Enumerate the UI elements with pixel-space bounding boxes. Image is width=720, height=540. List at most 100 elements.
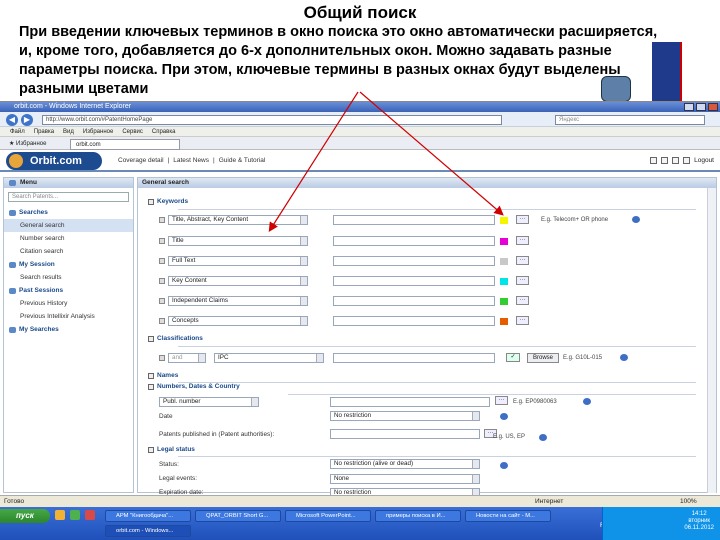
keyword-input-3[interactable]	[333, 256, 495, 266]
sidebar-item-previous-history[interactable]: Previous History	[4, 297, 133, 310]
task-arm[interactable]: АРМ "Книгообдача"...	[105, 510, 191, 522]
sidebar-item-search-results[interactable]: Search results	[4, 271, 133, 284]
link-guide[interactable]: Guide & Tutorial	[219, 157, 266, 164]
check-icon[interactable]: ✓	[506, 353, 520, 362]
logout-link[interactable]: Logout	[694, 157, 714, 164]
more-button[interactable]: ···	[516, 215, 529, 224]
drag-handle-icon[interactable]	[159, 258, 165, 264]
drag-handle-icon[interactable]	[159, 217, 165, 223]
classification-type-select[interactable]: IPC	[214, 353, 324, 363]
help-icon[interactable]	[500, 462, 508, 469]
task-news[interactable]: Новости на сайт - М...	[465, 510, 551, 522]
classification-input[interactable]	[333, 353, 495, 363]
maximize-button[interactable]	[696, 103, 706, 111]
keyword-field-select-1[interactable]: Title, Abstract, Key Content	[168, 215, 308, 225]
select-value: No restriction (alive or dead)	[334, 460, 414, 467]
browse-button[interactable]: Browse	[527, 353, 560, 363]
drag-handle-icon[interactable]	[159, 318, 165, 324]
drag-handle-icon[interactable]	[159, 355, 165, 361]
keyword-field-select-4[interactable]: Key Content	[168, 276, 308, 286]
keyword-input-1[interactable]	[333, 215, 495, 225]
more-button[interactable]: ···	[516, 236, 529, 245]
more-button[interactable]: ···	[516, 296, 529, 305]
keyword-field-select-3[interactable]: Full Text	[168, 256, 308, 266]
section-searches[interactable]: Searches	[4, 206, 133, 219]
section-names[interactable]: Names	[148, 372, 178, 379]
section-legal-status[interactable]: Legal status	[148, 446, 195, 453]
country-input[interactable]	[330, 429, 480, 439]
more-button[interactable]: ···	[516, 276, 529, 285]
close-button[interactable]	[708, 103, 718, 111]
url-input[interactable]: http://www.orbit.com/#PatentHomePage	[42, 115, 502, 125]
help-icon[interactable]	[672, 157, 680, 164]
menu-file[interactable]: Файл	[10, 127, 25, 136]
keyword-input-2[interactable]	[333, 236, 495, 246]
help-icon[interactable]	[620, 354, 628, 361]
section-keywords[interactable]: Keywords	[148, 198, 188, 205]
section-my-searches[interactable]: My Searches	[4, 323, 133, 336]
section-past-sessions[interactable]: Past Sessions	[4, 284, 133, 297]
keyword-input-6[interactable]	[333, 316, 495, 326]
status-select[interactable]: No restriction (alive or dead)	[330, 459, 480, 469]
minimize-button[interactable]	[684, 103, 694, 111]
task-qpat[interactable]: QPAT_ORBIT Short G...	[195, 510, 281, 522]
tab-orbit[interactable]: orbit.com	[70, 139, 180, 150]
operator-select[interactable]: and	[168, 353, 206, 363]
menu-edit[interactable]: Правка	[34, 127, 54, 136]
menu-view[interactable]: Вид	[63, 127, 74, 136]
scrollbar[interactable]	[707, 188, 716, 493]
menu-help[interactable]: Справка	[152, 127, 176, 136]
help-icon[interactable]	[539, 434, 547, 441]
start-button[interactable]: пуск	[0, 509, 50, 523]
favorites-button[interactable]: ★ Избранное	[4, 139, 51, 150]
menu-favorites[interactable]: Избранное	[83, 127, 113, 136]
settings-icon[interactable]	[650, 157, 658, 164]
history-icon	[9, 288, 16, 294]
quicklaunch-icon[interactable]	[70, 510, 80, 520]
help-icon[interactable]	[632, 216, 640, 223]
section-label: Searches	[19, 209, 48, 216]
browser-search-input[interactable]: Яндекс	[555, 115, 705, 125]
more-button[interactable]: ···	[516, 316, 529, 325]
legal-events-select[interactable]: None	[330, 474, 480, 484]
more-button[interactable]: ···	[495, 396, 508, 405]
drag-handle-icon[interactable]	[159, 298, 165, 304]
sidebar-item-general-search[interactable]: General search	[4, 219, 133, 232]
forward-button[interactable]: ▶	[21, 114, 33, 126]
more-button[interactable]: ···	[516, 256, 529, 265]
section-numbers[interactable]: Numbers, Dates & Country	[148, 383, 240, 390]
back-button[interactable]: ◀	[6, 114, 18, 126]
system-tray: 14:12 вторник 06.11.2012	[602, 507, 720, 540]
sidebar-item-number-search[interactable]: Number search	[4, 232, 133, 245]
print-icon[interactable]	[661, 157, 669, 164]
help-icon[interactable]	[500, 413, 508, 420]
task-powerpoint[interactable]: Microsoft PowerPoint...	[285, 510, 371, 522]
menu-tools[interactable]: Сервис	[122, 127, 143, 136]
quicklaunch-icon[interactable]	[85, 510, 95, 520]
number-type-select[interactable]: Publ. number	[159, 397, 259, 407]
task-orbit[interactable]: orbit.com - Windows...	[105, 525, 191, 537]
section-classifications[interactable]: Classifications	[148, 335, 203, 342]
keyword-field-select-6[interactable]: Concepts	[168, 316, 308, 326]
date-select[interactable]: No restriction	[330, 411, 480, 421]
link-coverage[interactable]: Coverage detail	[118, 157, 164, 164]
orbit-logo[interactable]: Orbit.com	[6, 152, 102, 170]
keyword-input-5[interactable]	[333, 296, 495, 306]
keyword-input-4[interactable]	[333, 276, 495, 286]
section-my-session[interactable]: My Session	[4, 258, 133, 271]
task-search-examples[interactable]: примеры поиска в И...	[375, 510, 461, 522]
keyword-field-select-5[interactable]: Independent Claims	[168, 296, 308, 306]
number-input[interactable]	[330, 397, 490, 407]
quicklaunch-icon[interactable]	[55, 510, 65, 520]
sidebar-item-citation-search[interactable]: Citation search	[4, 245, 133, 258]
menu-bar: Файл Правка Вид Избранное Сервис Справка	[0, 127, 720, 137]
sidebar-item-previous-intellixir[interactable]: Previous Intellixir Analysis	[4, 310, 133, 323]
keyword-field-select-2[interactable]: Title	[168, 236, 308, 246]
clock[interactable]: 14:12 вторник 06.11.2012	[684, 511, 714, 532]
link-news[interactable]: Latest News	[173, 157, 209, 164]
logout-icon[interactable]	[683, 157, 691, 164]
drag-handle-icon[interactable]	[159, 238, 165, 244]
drag-handle-icon[interactable]	[159, 278, 165, 284]
patent-search-input[interactable]: Search Patents...	[8, 192, 129, 202]
help-icon[interactable]	[583, 398, 591, 405]
